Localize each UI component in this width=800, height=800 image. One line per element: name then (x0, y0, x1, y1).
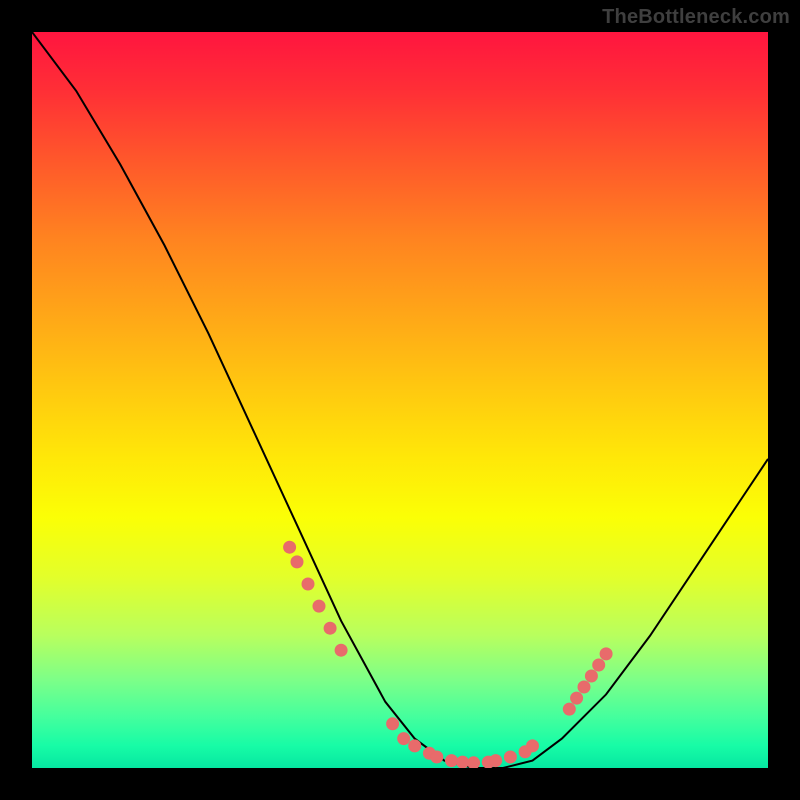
data-marker (578, 681, 590, 693)
chart-frame: TheBottleneck.com (0, 0, 800, 800)
data-marker (490, 755, 502, 767)
data-marker (593, 659, 605, 671)
data-marker (600, 648, 612, 660)
data-marker (284, 541, 296, 553)
data-marker (387, 718, 399, 730)
data-marker (398, 733, 410, 745)
data-marker (571, 692, 583, 704)
watermark-text: TheBottleneck.com (602, 6, 790, 29)
data-marker (431, 751, 443, 763)
data-marker (457, 756, 469, 768)
bottleneck-curve (32, 32, 768, 768)
data-marker (446, 755, 458, 767)
data-marker (504, 751, 516, 763)
data-marker (313, 600, 325, 612)
data-marker (409, 740, 421, 752)
data-marker (335, 644, 347, 656)
data-marker (468, 757, 480, 768)
data-marker (291, 556, 303, 568)
curve-svg (32, 32, 768, 768)
data-marker (563, 703, 575, 715)
data-marker (527, 740, 539, 752)
data-marker (585, 670, 597, 682)
data-marker (302, 578, 314, 590)
data-marker (324, 622, 336, 634)
plot-area (32, 32, 768, 768)
marker-group (284, 541, 612, 768)
